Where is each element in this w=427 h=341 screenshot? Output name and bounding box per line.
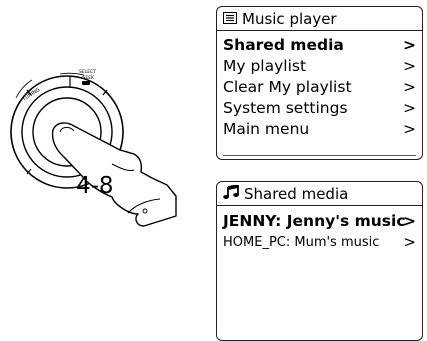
server-item-label: JENNY: Jenny's music	[223, 212, 406, 230]
menu-item-label: Main menu	[223, 120, 310, 138]
server-item-home-pc[interactable]: HOME_PC: Mum's music >	[217, 232, 422, 253]
music-player-header: Music player	[217, 7, 422, 31]
menu-item-shared-media[interactable]: Shared media >	[217, 35, 422, 56]
menu-item-clear-my-playlist[interactable]: Clear My playlist >	[217, 77, 422, 98]
chevron-right-icon: >	[403, 233, 416, 251]
select-label-line2: /SEEK	[81, 75, 95, 81]
select-indicator	[82, 81, 90, 85]
music-player-screen: Music player Shared media > My playlist …	[216, 6, 423, 160]
shared-media-screen: Shared media JENNY: Jenny's music > HOME…	[216, 181, 423, 341]
music-player-title: Music player	[242, 9, 337, 28]
menu-item-my-playlist[interactable]: My playlist >	[217, 56, 422, 77]
menu-item-system-settings[interactable]: System settings >	[217, 98, 422, 119]
menu-item-label: Shared media	[223, 36, 344, 54]
shared-media-header: Shared media	[217, 182, 422, 206]
menu-item-label: My playlist	[223, 57, 307, 75]
chevron-right-icon: >	[403, 99, 416, 117]
shared-media-title: Shared media	[244, 184, 349, 203]
select-label-line1: SELECT	[79, 69, 96, 75]
server-item-label: HOME_PC: Mum's music	[223, 235, 380, 250]
chevron-right-icon: >	[403, 36, 416, 54]
chevron-right-icon: >	[403, 120, 416, 138]
cuff-button	[142, 208, 148, 214]
chevron-right-icon: >	[403, 78, 416, 96]
music-note-icon	[223, 183, 239, 203]
step-label: 4-8	[76, 173, 114, 199]
chevron-right-icon: >	[403, 212, 416, 230]
menu-item-label: System settings	[223, 99, 348, 117]
tuning-knob-illustration: TUNING SELECT /SEEK 4-8	[10, 69, 177, 227]
menu-item-main-menu[interactable]: Main menu >	[217, 119, 422, 140]
list-icon	[223, 10, 237, 28]
menu-item-label: Clear My playlist	[223, 78, 352, 96]
chevron-right-icon: >	[403, 57, 416, 75]
screen-divider	[223, 155, 416, 156]
server-item-jenny[interactable]: JENNY: Jenny's music >	[217, 211, 422, 232]
